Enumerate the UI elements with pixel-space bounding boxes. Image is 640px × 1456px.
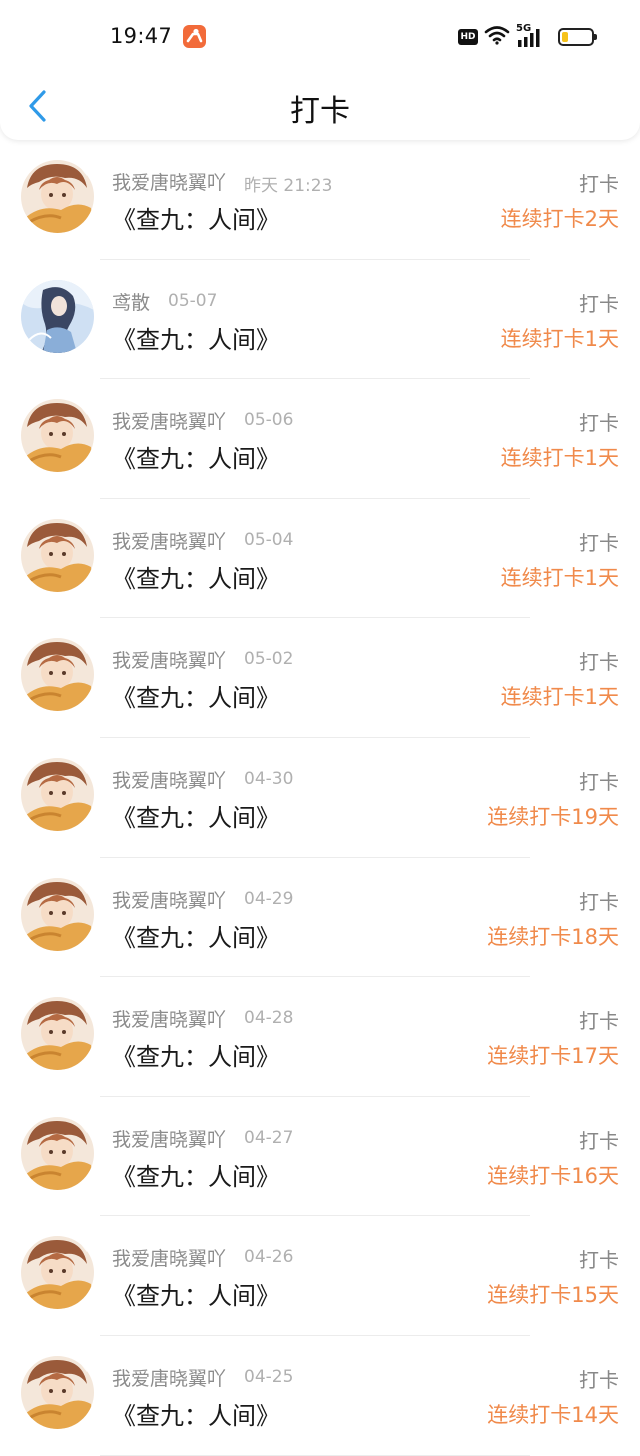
checkin-time: 05-06 [244,410,294,431]
status-time: 19:47 [110,24,173,48]
status-indicators: HD 5G [458,23,597,49]
user-name[interactable]: 我爱唐晓翼吖 [112,407,226,434]
list-item[interactable]: 我爱唐晓翼吖 昨天 21:23 《查九：人间》 打卡连续打卡2天 [0,140,640,260]
list-item[interactable]: 我爱唐晓翼吖 05-04 《查九：人间》 打卡连续打卡1天 [0,499,640,619]
book-title: 《查九：人间》 [112,1162,280,1191]
avatar[interactable] [21,877,94,951]
book-title: 《查九：人间》 [112,684,280,713]
avatar[interactable] [21,160,94,233]
book-title: 《查九：人间》 [112,206,280,234]
list-item[interactable]: 我爱唐晓翼吖 04-30 《查九：人间》 打卡连续打卡19天 [0,738,640,858]
streak-label: 连续打卡17天 [487,1044,619,1069]
divider [100,1454,530,1456]
action-label: 打卡 [579,1128,619,1153]
action-label: 打卡 [579,889,619,914]
avatar[interactable] [21,1116,94,1190]
book-title: 《查九：人间》 [112,923,280,952]
avatar[interactable] [21,518,94,592]
book-title: 《查九：人间》 [112,445,280,474]
list-item[interactable]: 鸢散 05-07 《查九：人间》 打卡连续打卡1天 [0,260,640,380]
action-label: 打卡 [579,172,619,196]
book-title: 《查九：人间》 [112,1043,280,1072]
avatar[interactable] [21,997,94,1071]
avatar[interactable] [21,1355,94,1429]
header: 19:47 HD 5G 打卡 [0,0,640,140]
user-name[interactable]: 我爱唐晓翼吖 [112,1244,226,1271]
book-title: 《查九：人间》 [112,1282,280,1311]
book-title: 《查九：人间》 [112,1401,280,1430]
streak-label: 连续打卡16天 [487,1163,619,1188]
nav-bar: 打卡 [0,72,640,140]
person-icon [183,25,206,48]
streak-label: 连续打卡1天 [500,565,619,590]
user-name[interactable]: 我爱唐晓翼吖 [112,886,226,913]
checkin-time: 04-28 [244,1008,294,1029]
checkin-time: 04-30 [244,768,294,789]
checkin-time: 05-02 [244,649,294,670]
checkin-list: 我爱唐晓翼吖 昨天 21:23 《查九：人间》 打卡 连续打卡2天 鸢散 05-07 《查九：… [0,140,640,1456]
streak-label: 连续打卡15天 [487,1283,619,1308]
user-name[interactable]: 我爱唐晓翼吖 [112,1364,226,1391]
checkin-time: 05-04 [244,529,294,550]
user-name[interactable]: 我爱唐晓翼吖 [112,1125,226,1152]
list-item[interactable]: 我爱唐晓翼吖 05-02 《查九：人间》 打卡连续打卡1天 [0,618,640,738]
avatar[interactable] [21,638,94,712]
action-label: 打卡 [579,1367,619,1392]
streak-label: 连续打卡1天 [500,685,619,710]
streak-label: 连续打卡1天 [500,326,619,351]
list-item[interactable]: 我爱唐晓翼吖 04-28 《查九：人间》 打卡连续打卡17天 [0,977,640,1097]
checkin-time: 昨天 21:23 [244,176,333,196]
user-name[interactable]: 我爱唐晓翼吖 [112,646,226,673]
avatar[interactable] [21,757,94,831]
streak-label: 连续打卡18天 [487,924,619,949]
user-name[interactable]: 鸢散 [112,288,150,315]
streak-label: 连续打卡2天 [500,207,619,231]
checkin-time: 04-25 [244,1366,294,1387]
list-item[interactable]: 我爱唐晓翼吖 04-29 《查九：人间》 打卡连续打卡18天 [0,858,640,978]
user-name[interactable]: 我爱唐晓翼吖 [112,527,226,554]
checkin-time: 04-27 [244,1127,294,1148]
user-name[interactable]: 我爱唐晓翼吖 [112,168,226,195]
signal-icon: 5G [516,23,546,48]
streak-label: 连续打卡19天 [487,804,619,829]
user-name[interactable]: 我爱唐晓翼吖 [112,1005,226,1032]
wifi-icon [484,25,510,49]
action-label: 打卡 [579,530,619,555]
battery-icon [558,28,597,46]
list-item[interactable]: 我爱唐晓翼吖 04-26 《查九：人间》 打卡连续打卡15天 [0,1216,640,1336]
list-item[interactable]: 我爱唐晓翼吖 04-25 《查九：人间》 打卡连续打卡14天 [0,1336,640,1456]
list-item[interactable]: 我爱唐晓翼吖 04-27 《查九：人间》 打卡连续打卡16天 [0,1097,640,1217]
action-label: 打卡 [579,769,619,794]
battery-level [562,32,568,42]
user-name[interactable]: 我爱唐晓翼吖 [112,766,226,793]
checkin-time: 04-29 [244,888,294,909]
book-title: 《查九：人间》 [112,564,280,593]
action-label: 打卡 [579,291,619,316]
hd-badge: HD [458,29,478,45]
avatar[interactable] [21,1236,94,1310]
action-label: 打卡 [579,411,619,436]
avatar[interactable] [21,399,94,473]
checkin-time: 04-26 [244,1247,294,1268]
checkin-time: 05-07 [168,290,218,311]
book-title: 《查九：人间》 [112,325,280,354]
status-bar: 19:47 HD 5G [0,0,640,72]
streak-label: 连续打卡1天 [500,446,619,471]
list-item[interactable]: 我爱唐晓翼吖 05-06 《查九：人间》 打卡连续打卡1天 [0,379,640,499]
action-label: 打卡 [579,650,619,675]
action-label: 打卡 [579,1248,619,1273]
page-title: 打卡 [290,94,350,129]
streak-label: 连续打卡14天 [487,1402,619,1427]
avatar[interactable] [21,279,94,353]
action-label: 打卡 [579,1009,619,1034]
book-title: 《查九：人间》 [112,803,280,832]
